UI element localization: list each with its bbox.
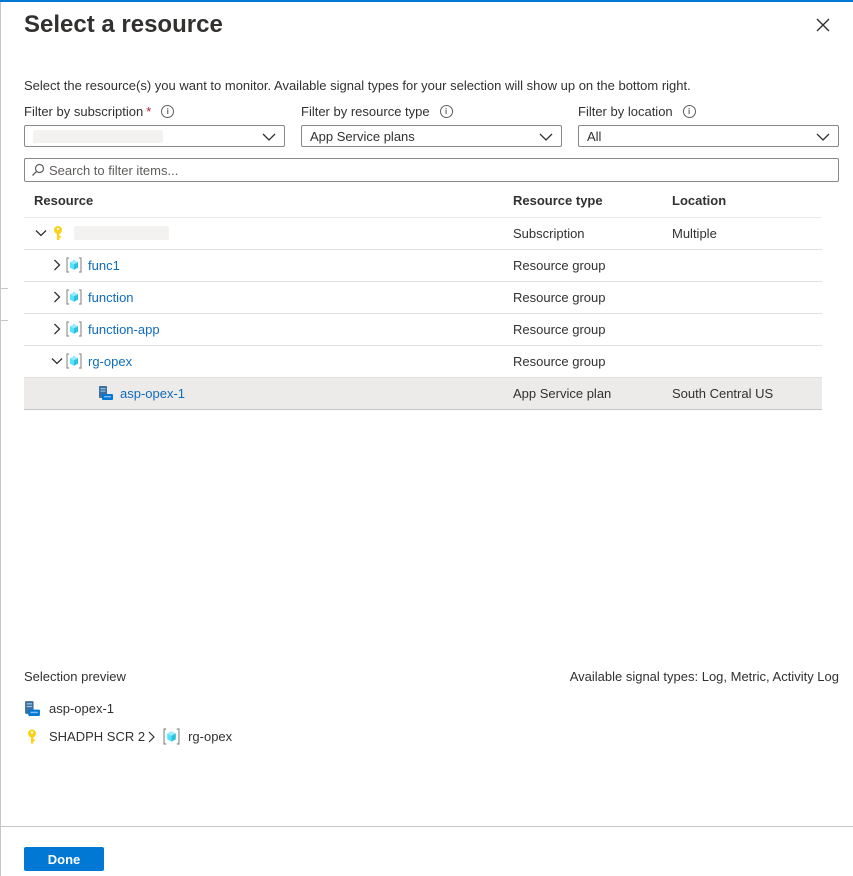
resource-group-icon [66,289,82,305]
resource-type-cell: Resource group [513,290,606,305]
redacted-subscription-name [74,226,169,240]
preview-subscription-name: SHADPH SCR 2 [49,729,146,744]
preview-selected-resource: asp-opex-1 [24,700,114,717]
resource-type-cell: Resource group [513,354,606,369]
close-icon [816,18,830,32]
subscription-dropdown[interactable] [24,125,285,147]
chevron-right-icon[interactable] [51,291,63,303]
panel-title: Select a resource [24,11,223,38]
table-row-subscription[interactable]: Subscription Multiple [24,218,822,250]
panel-left-border [0,2,1,876]
chevron-down-icon[interactable] [35,227,47,239]
chevron-down-icon [262,133,276,141]
table-row-function-app[interactable]: function-app Resource group [24,314,822,346]
table-row-asp-opex-1[interactable]: asp-opex-1 App Service plan South Centra… [24,378,822,410]
location-cell: South Central US [672,386,774,401]
resource-name[interactable]: asp-opex-1 [120,386,185,401]
description-text: Select the resource(s) you want to monit… [24,78,691,93]
search-box[interactable] [24,158,839,182]
location-cell: Multiple [672,226,717,241]
resource-type-cell: Resource group [513,322,606,337]
chevron-right-icon [148,731,155,742]
resource-name[interactable]: function [88,290,134,305]
done-button[interactable]: Done [24,847,104,871]
resource-name[interactable]: rg-opex [88,354,132,369]
resource-group-icon [66,257,82,273]
resource-name[interactable]: func1 [88,258,120,273]
chevron-right-icon[interactable] [51,259,63,271]
chevron-down-icon[interactable] [51,355,63,367]
close-button[interactable] [812,14,834,36]
redacted-subscription-value [33,130,163,143]
column-header-resource[interactable]: Resource [34,193,93,208]
required-marker: * [146,104,152,119]
search-icon [32,163,45,176]
app-service-plan-icon [25,701,40,716]
chevron-right-icon[interactable] [51,323,63,335]
column-header-resource-type[interactable]: Resource type [513,193,603,208]
subscription-filter-label: Filter by subscription * i [24,104,175,119]
search-input[interactable] [49,161,829,179]
selection-preview-label: Selection preview [24,669,126,684]
preview-resource-path: SHADPH SCR 2 rg-opex [24,728,232,745]
resource-group-icon [163,728,180,745]
chevron-down-icon [816,133,830,141]
chevron-down-icon [539,133,553,141]
location-dropdown[interactable]: All [578,125,839,147]
info-icon[interactable]: i [161,105,175,118]
table-row-rg-opex[interactable]: rg-opex Resource group [24,346,822,378]
footer-divider [0,826,853,827]
location-filter-label: Filter by location i [578,104,696,119]
resource-name[interactable]: function-app [88,322,160,337]
info-icon[interactable]: i [682,105,696,118]
top-accent-bar [0,0,853,2]
resource-type-filter-label: Filter by resource type i [301,104,453,119]
info-icon[interactable]: i [439,105,453,118]
available-signal-types: Available signal types: Log, Metric, Act… [569,669,839,684]
column-header-location[interactable]: Location [672,193,726,208]
table-row-function[interactable]: function Resource group [24,282,822,314]
table-row-func1[interactable]: func1 Resource group [24,250,822,282]
resource-type-cell: Subscription [513,226,585,241]
resource-group-icon [66,353,82,369]
resource-type-dropdown[interactable]: App Service plans [301,125,562,147]
resource-group-icon [66,321,82,337]
background-edge [0,320,8,321]
resource-type-cell: App Service plan [513,386,612,401]
key-icon [54,226,62,240]
app-service-plan-icon [99,386,113,400]
key-icon [28,729,36,744]
preview-resource-group-name: rg-opex [188,729,233,744]
resource-type-cell: Resource group [513,258,606,273]
background-edge [0,288,8,289]
preview-resource-name: asp-opex-1 [49,701,115,716]
